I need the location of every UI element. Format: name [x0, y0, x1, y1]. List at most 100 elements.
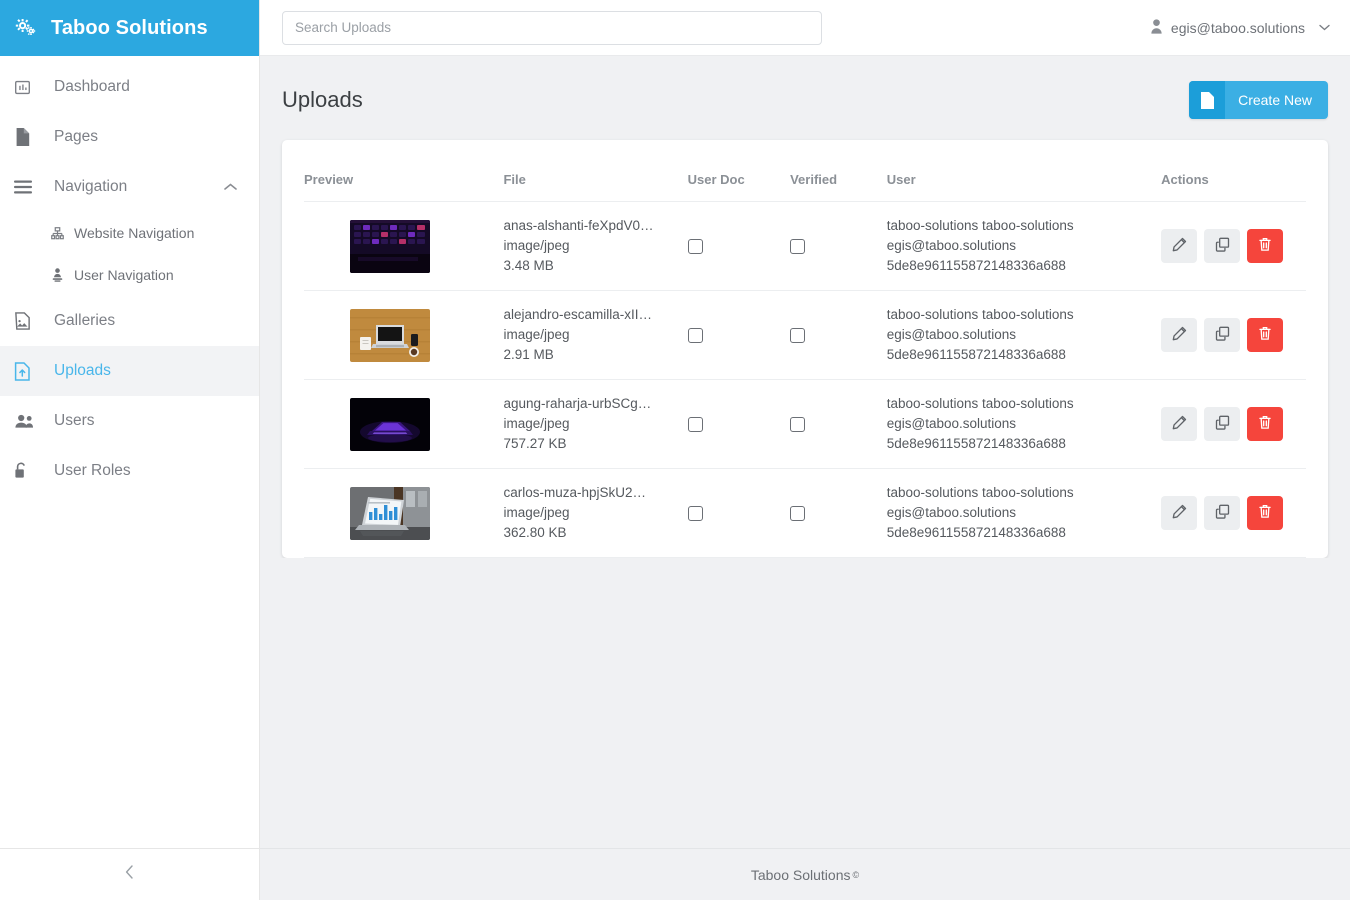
content-filler: [260, 558, 1350, 848]
cell-file: agung-raharja-urbSCg… image/jpeg 757.27 …: [503, 379, 688, 469]
file-size: 362.80 KB: [503, 525, 567, 540]
chevron-down-icon: [1319, 22, 1330, 34]
table-header-row: Preview File User Doc Verified User Acti…: [304, 140, 1306, 202]
duplicate-button[interactable]: [1204, 229, 1241, 263]
sidebar-item-website-navigation[interactable]: Website Navigation: [0, 212, 259, 254]
trash-icon: [1258, 415, 1272, 433]
cell-user-doc: [687, 201, 791, 291]
duplicate-button[interactable]: [1204, 407, 1241, 441]
edit-button[interactable]: [1161, 229, 1198, 263]
cogs-icon: [12, 15, 38, 41]
edit-button[interactable]: [1161, 496, 1198, 530]
sidebar-collapse-button[interactable]: [0, 848, 259, 900]
row-actions: [1161, 229, 1306, 263]
sidebar-item-galleries[interactable]: Galleries: [0, 296, 259, 346]
cell-actions: [1161, 468, 1306, 558]
page-footer: Taboo Solutions ©: [260, 848, 1350, 900]
unlock-icon: [14, 462, 42, 480]
main-area: egis@taboo.solutions Uploads Create New: [260, 0, 1350, 900]
edit-button[interactable]: [1161, 318, 1198, 352]
duplicate-button[interactable]: [1204, 318, 1241, 352]
pencil-icon: [1172, 504, 1187, 522]
cell-user: taboo-solutions taboo-solutions egis@tab…: [886, 201, 1162, 291]
create-new-button[interactable]: Create New: [1189, 81, 1328, 119]
file-icon: [14, 128, 42, 146]
sidebar-item-label: Users: [54, 412, 95, 429]
delete-button[interactable]: [1247, 229, 1284, 263]
user-pin-icon: [50, 268, 65, 282]
thumbnail-image[interactable]: [350, 397, 430, 451]
delete-button[interactable]: [1247, 407, 1284, 441]
sidebar-item-user-navigation[interactable]: User Navigation: [0, 254, 259, 296]
cell-verified: [790, 290, 887, 380]
cell-verified: [790, 468, 887, 558]
user-doc-checkbox[interactable]: [687, 238, 703, 254]
sidebar-item-dashboard[interactable]: Dashboard: [0, 62, 259, 112]
search-input[interactable]: [282, 10, 822, 45]
cell-preview: [304, 201, 504, 291]
chevron-up-icon[interactable]: [224, 183, 237, 191]
sidebar-item-label: Galleries: [54, 312, 116, 329]
sidebar: Taboo Solutions Dashboard Pages Navigati…: [0, 0, 260, 900]
file-name: agung-raharja-urbSCg…: [503, 396, 652, 411]
verified-checkbox[interactable]: [790, 505, 806, 521]
cell-user-doc: [687, 290, 791, 380]
user-name: taboo-solutions taboo-solutions: [886, 218, 1074, 233]
sidebar-item-uploads[interactable]: Uploads: [0, 346, 259, 396]
sidebar-nav: Dashboard Pages Navigation Website Navig…: [0, 56, 259, 496]
edit-button[interactable]: [1161, 407, 1198, 441]
file-mime: image/jpeg: [503, 238, 570, 253]
cell-actions: [1161, 201, 1306, 291]
user-menu[interactable]: egis@taboo.solutions: [1150, 18, 1330, 37]
user-doc-checkbox[interactable]: [687, 505, 703, 521]
thumbnail-image[interactable]: [350, 308, 430, 362]
thumbnail-image[interactable]: [350, 219, 430, 273]
table-row: anas-alshanti-feXpdV0… image/jpeg 3.48 M…: [304, 201, 1306, 291]
delete-button[interactable]: [1247, 318, 1284, 352]
user-email: egis@taboo.solutions: [886, 505, 1017, 520]
user-name: taboo-solutions taboo-solutions: [886, 485, 1074, 500]
delete-button[interactable]: [1247, 496, 1284, 530]
trash-icon: [1258, 326, 1272, 344]
user-doc-checkbox[interactable]: [687, 327, 703, 343]
dashboard-icon: [14, 79, 42, 96]
user-email: egis@taboo.solutions: [886, 327, 1017, 342]
cell-user-doc: [687, 468, 791, 558]
file-upload-icon: [14, 361, 42, 381]
sidebar-subitem-label: Website Navigation: [74, 225, 195, 241]
file-mime: image/jpeg: [503, 327, 570, 342]
trash-icon: [1258, 237, 1272, 255]
user-name: taboo-solutions taboo-solutions: [886, 307, 1074, 322]
verified-checkbox[interactable]: [790, 238, 806, 254]
column-header-preview: Preview: [304, 140, 504, 202]
sidebar-item-label: Pages: [54, 128, 98, 145]
users-icon: [14, 414, 42, 429]
file-icon: [1189, 81, 1226, 119]
verified-checkbox[interactable]: [790, 416, 806, 432]
file-size: 757.27 KB: [503, 436, 567, 451]
copy-icon: [1215, 237, 1230, 255]
sidebar-item-pages[interactable]: Pages: [0, 112, 259, 162]
page-header: Uploads Create New: [260, 56, 1350, 122]
cell-file: anas-alshanti-feXpdV0… image/jpeg 3.48 M…: [503, 201, 688, 291]
user-doc-checkbox[interactable]: [687, 416, 703, 432]
sidebar-item-users[interactable]: Users: [0, 396, 259, 446]
cell-file: alejandro-escamilla-xII… image/jpeg 2.91…: [503, 290, 688, 380]
file-name: alejandro-escamilla-xII…: [503, 307, 653, 322]
image-icon: [14, 312, 42, 330]
table-body: anas-alshanti-feXpdV0… image/jpeg 3.48 M…: [304, 201, 1306, 558]
verified-checkbox[interactable]: [790, 327, 806, 343]
file-mime: image/jpeg: [503, 416, 570, 431]
sidebar-item-user-roles[interactable]: User Roles: [0, 446, 259, 496]
sidebar-item-label: Uploads: [54, 362, 111, 379]
uploads-card: Preview File User Doc Verified User Acti…: [282, 140, 1328, 558]
sidebar-item-label: Dashboard: [54, 78, 130, 95]
cell-preview: [304, 290, 504, 380]
thumbnail-image[interactable]: [350, 486, 430, 540]
sidebar-item-label: User Roles: [54, 462, 131, 479]
user-id: 5de8e961155872148336a688: [886, 347, 1066, 362]
file-name: anas-alshanti-feXpdV0…: [503, 218, 654, 233]
row-actions: [1161, 318, 1306, 352]
duplicate-button[interactable]: [1204, 496, 1241, 530]
sidebar-item-navigation[interactable]: Navigation: [0, 162, 259, 212]
